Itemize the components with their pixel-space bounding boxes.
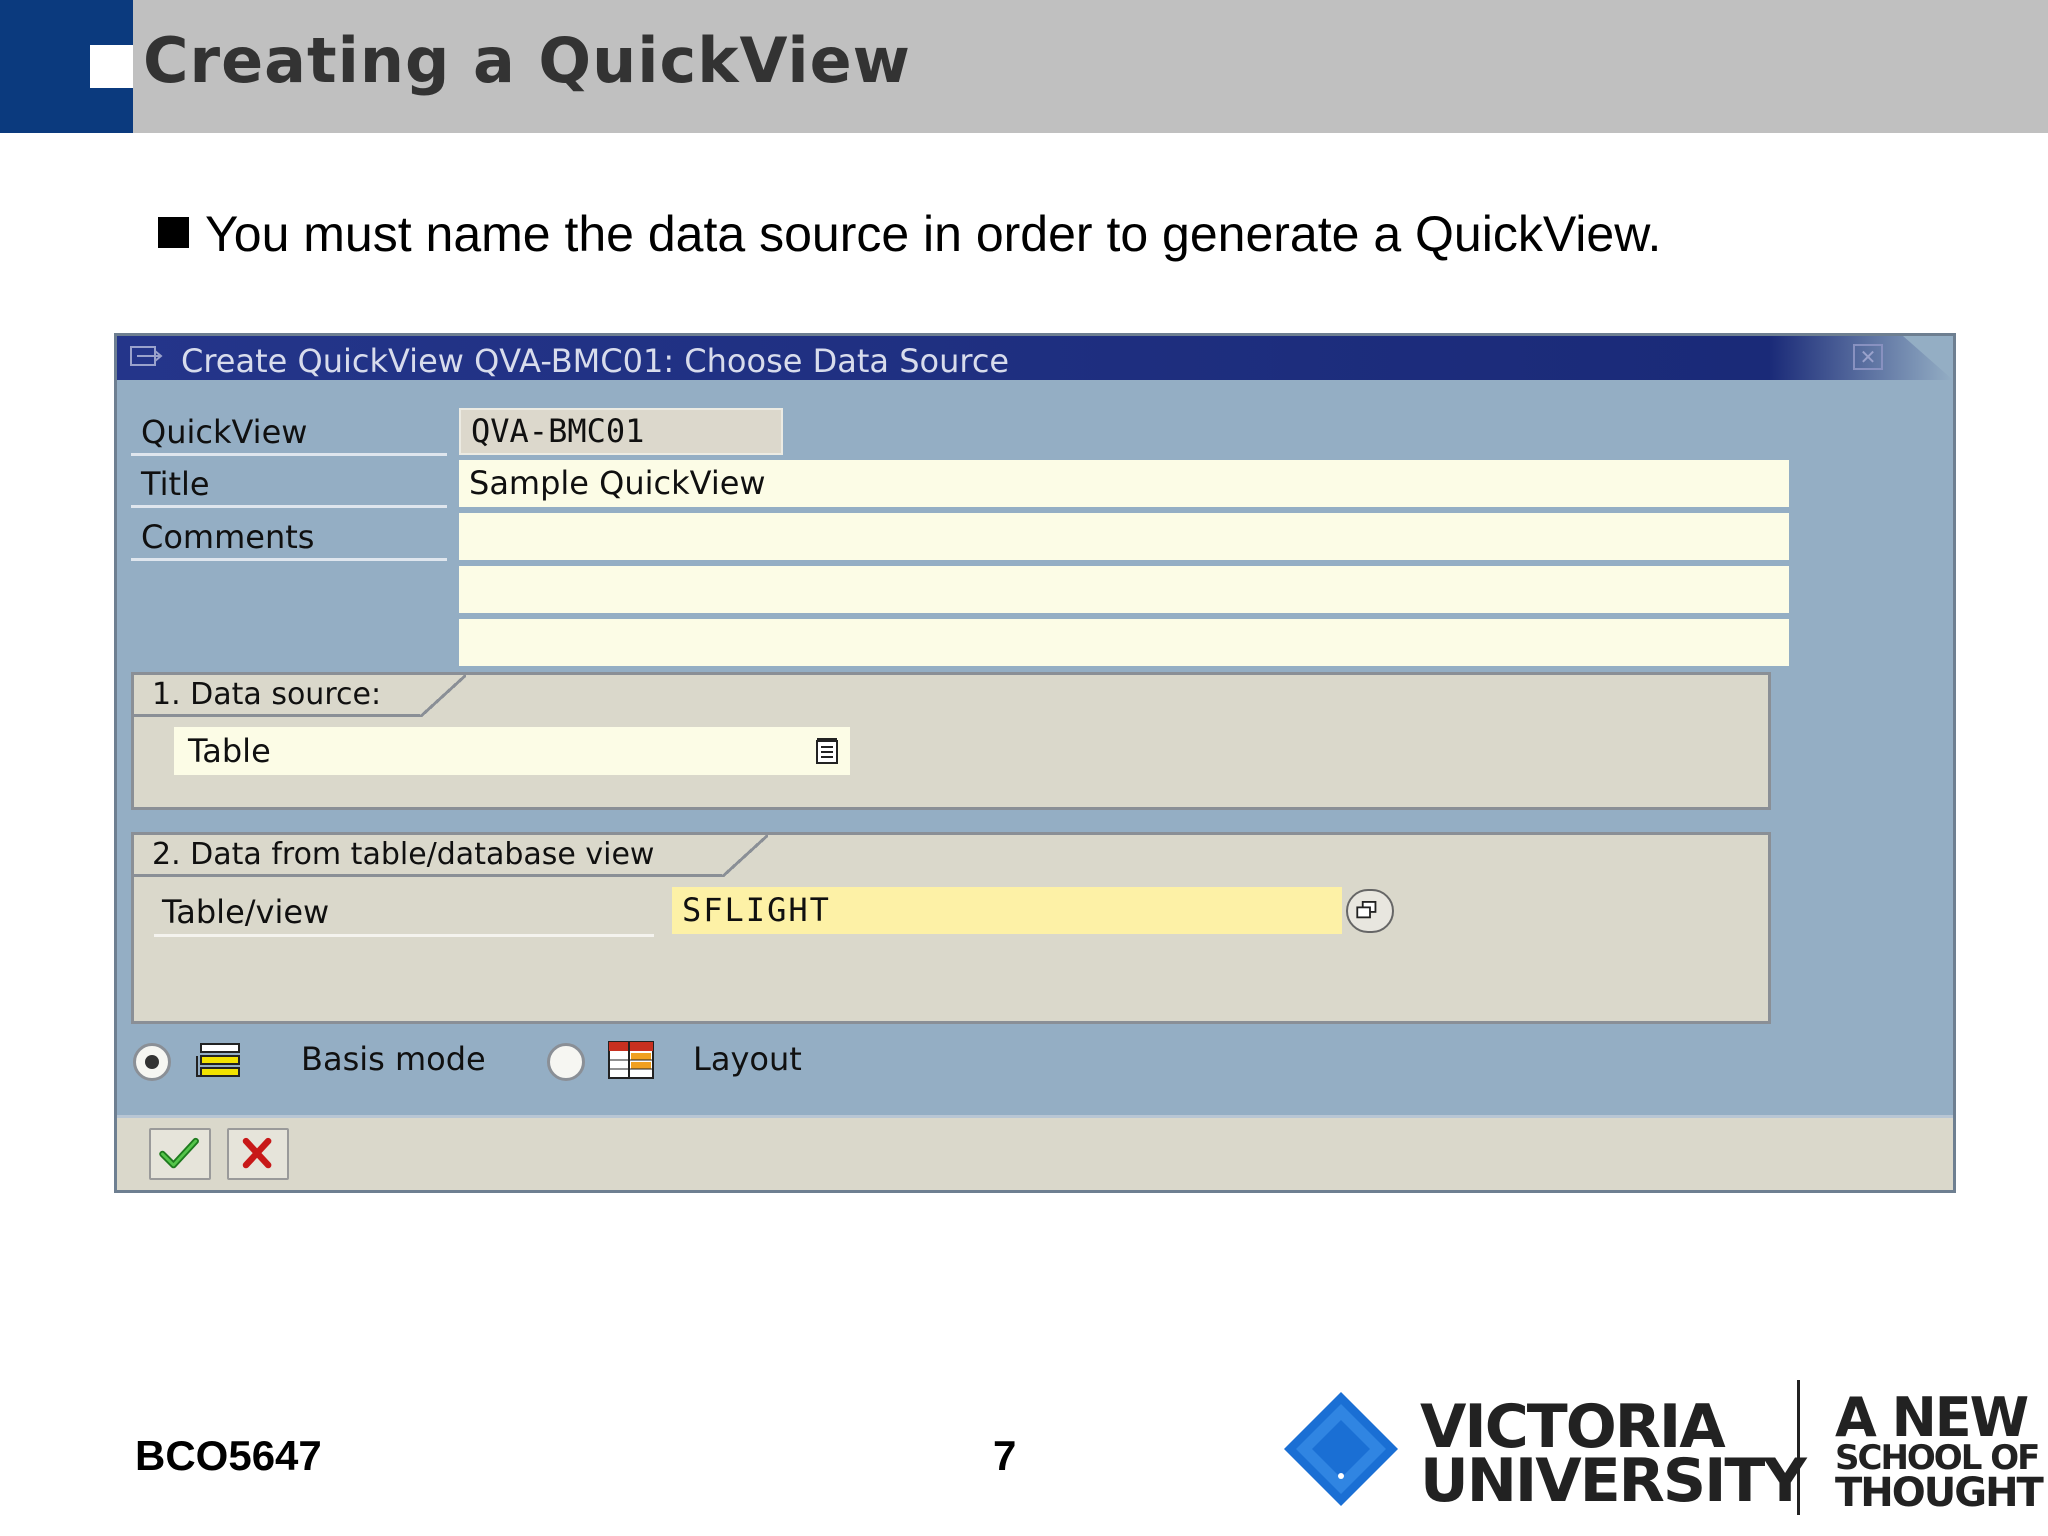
- dialog-title: Create QuickView QVA-BMC01: Choose Data …: [181, 342, 1010, 380]
- create-quickview-dialog: Create QuickView QVA-BMC01: Choose Data …: [114, 333, 1956, 1193]
- logo-separator: [1797, 1380, 1800, 1515]
- slogan-line3: THOUGHT: [1835, 1470, 2044, 1516]
- university-name-line2: UNIVERSITY: [1420, 1446, 1807, 1516]
- window-icon: [130, 346, 163, 366]
- basis-mode-radio[interactable]: [133, 1043, 171, 1081]
- table-view-group-label: 2. Data from table/database view: [134, 835, 768, 877]
- dialog-titlebar: Create QuickView QVA-BMC01: Choose Data …: [117, 336, 1953, 380]
- bullet-square-icon: [158, 217, 189, 248]
- layout-radio[interactable]: [547, 1043, 585, 1081]
- data-source-select[interactable]: Table: [174, 727, 850, 775]
- dropdown-list-icon[interactable]: [814, 737, 842, 765]
- close-icon[interactable]: ✕: [1853, 344, 1883, 370]
- comments-label: Comments: [131, 513, 447, 561]
- comments-field-1[interactable]: [459, 513, 1789, 560]
- basis-mode-icon: [196, 1043, 240, 1077]
- cancel-x-icon: [242, 1137, 272, 1169]
- dialog-button-bar: [117, 1115, 1953, 1190]
- page-number: 7: [993, 1432, 1017, 1479]
- windows-icon: [1356, 901, 1377, 919]
- data-source-value: Table: [188, 732, 271, 770]
- course-code: BCO5647: [135, 1432, 322, 1479]
- slide-header-square: [90, 45, 133, 88]
- cancel-button[interactable]: [227, 1128, 289, 1180]
- confirm-button[interactable]: [149, 1128, 211, 1180]
- table-view-search-button[interactable]: [1346, 889, 1394, 933]
- data-source-group-label: 1. Data source:: [134, 675, 466, 717]
- comments-field-3[interactable]: [459, 619, 1789, 666]
- data-source-group: 1. Data source: Table: [131, 672, 1771, 810]
- quickview-field: QVA-BMC01: [459, 408, 783, 455]
- layout-table-icon: [608, 1041, 654, 1079]
- table-view-label: Table/view: [154, 887, 654, 937]
- comments-field-2[interactable]: [459, 566, 1789, 613]
- layout-label: Layout: [693, 1040, 802, 1078]
- mode-selection-row: Basis mode Layout: [133, 1036, 1133, 1086]
- table-view-input[interactable]: SFLIGHT: [672, 887, 1342, 934]
- basis-mode-label: Basis mode: [301, 1040, 486, 1078]
- check-icon: [159, 1137, 199, 1169]
- title-label: Title: [131, 460, 447, 508]
- title-field[interactable]: Sample QuickView: [459, 460, 1789, 507]
- bullet-text: You must name the data source in order t…: [205, 206, 1662, 262]
- victoria-university-diamond-logo-icon: [1284, 1392, 1398, 1506]
- quickview-label: QuickView: [131, 408, 447, 456]
- slide-title: Creating a QuickView: [143, 24, 911, 97]
- table-view-group: 2. Data from table/database view Table/v…: [131, 832, 1771, 1024]
